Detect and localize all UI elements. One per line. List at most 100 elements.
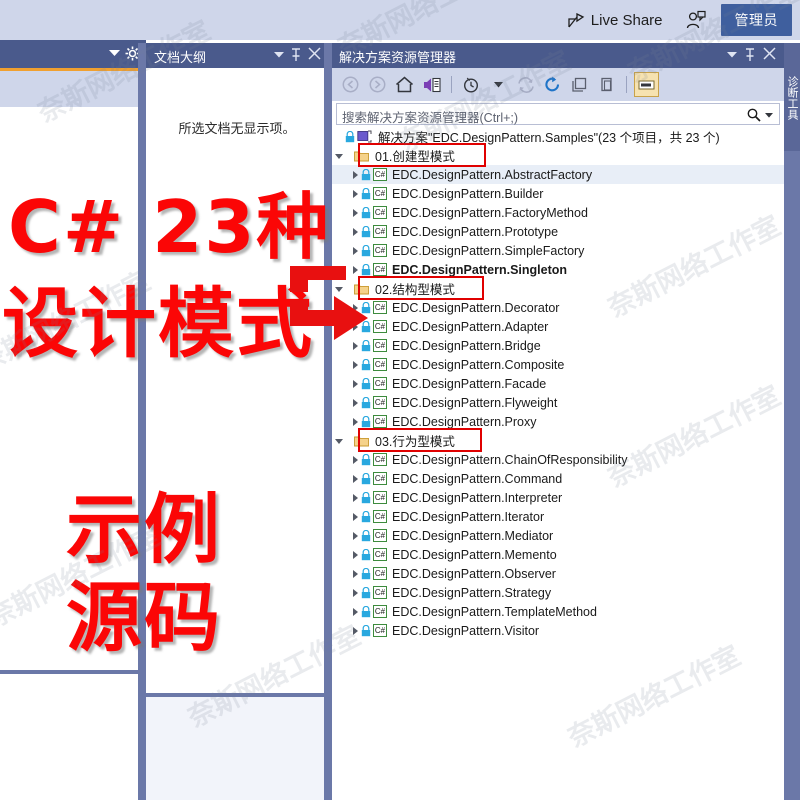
solution-folder-row[interactable]: 02.结构型模式 (332, 279, 784, 298)
expander-collapsed-icon[interactable] (353, 626, 358, 635)
chevron-down-icon[interactable] (109, 50, 120, 57)
project-row[interactable]: C# EDC.DesignPattern.Mediator (332, 526, 784, 545)
expander-open-icon[interactable] (335, 287, 343, 292)
close-icon[interactable] (763, 47, 776, 60)
expander-collapsed-icon[interactable] (353, 512, 358, 521)
expander-collapsed-icon[interactable] (353, 398, 358, 407)
project-row[interactable]: C# EDC.DesignPattern.AbstractFactory (332, 165, 784, 184)
expander-collapsed-icon[interactable] (353, 493, 358, 502)
project-label: EDC.DesignPattern.Mediator (392, 528, 554, 543)
lock-icon (361, 529, 371, 541)
lock-icon (361, 510, 371, 522)
expander-collapsed-icon[interactable] (353, 189, 358, 198)
expander-collapsed-icon[interactable] (353, 227, 358, 236)
home-icon[interactable] (392, 72, 417, 97)
expander-collapsed-icon[interactable] (353, 360, 358, 369)
project-label: EDC.DesignPattern.Composite (392, 357, 565, 372)
project-label: EDC.DesignPattern.Facade (392, 376, 547, 391)
chevron-down-icon[interactable] (765, 113, 773, 118)
project-row[interactable]: C# EDC.DesignPattern.Iterator (332, 507, 784, 526)
expander-collapsed-icon[interactable] (353, 417, 358, 426)
expander-collapsed-icon[interactable] (353, 474, 358, 483)
pin-icon[interactable] (744, 48, 756, 62)
refresh-disabled-icon[interactable] (513, 72, 538, 97)
toolbar-dropdown-arrow-icon[interactable] (486, 72, 511, 97)
live-share-button[interactable]: Live Share (558, 12, 673, 29)
collapse-all-icon[interactable] (567, 72, 592, 97)
expander-collapsed-icon[interactable] (353, 246, 358, 255)
expander-open-icon[interactable] (335, 154, 343, 159)
lock-icon (361, 586, 371, 598)
project-row[interactable]: C# EDC.DesignPattern.Facade (332, 374, 784, 393)
expander-collapsed-icon[interactable] (353, 341, 358, 350)
project-row[interactable]: C# EDC.DesignPattern.Command (332, 469, 784, 488)
project-row[interactable]: C# EDC.DesignPattern.Memento (332, 545, 784, 564)
sync-with-active-document-icon[interactable] (419, 72, 444, 97)
show-all-files-icon[interactable] (594, 72, 619, 97)
expander-collapsed-icon[interactable] (353, 265, 358, 274)
solution-folder-label: 02.结构型模式 (375, 283, 455, 297)
project-row[interactable]: C# EDC.DesignPattern.SimpleFactory (332, 241, 784, 260)
project-row[interactable]: C# EDC.DesignPattern.Visitor (332, 621, 784, 640)
csharp-project-icon: C# (373, 320, 387, 333)
refresh-icon[interactable] (540, 72, 565, 97)
expander-collapsed-icon[interactable] (353, 531, 358, 540)
project-row[interactable]: C# EDC.DesignPattern.Builder (332, 184, 784, 203)
chevron-down-icon[interactable] (727, 52, 737, 58)
expander-collapsed-icon[interactable] (353, 569, 358, 578)
chevron-down-icon[interactable] (274, 52, 284, 58)
project-row[interactable]: C# EDC.DesignPattern.Prototype (332, 222, 784, 241)
person-add-icon[interactable] (685, 10, 707, 30)
project-row[interactable]: C# EDC.DesignPattern.Proxy (332, 412, 784, 431)
search-icon[interactable] (747, 108, 761, 122)
expander-open-icon[interactable] (335, 439, 343, 444)
project-row[interactable]: C# EDC.DesignPattern.TemplateMethod (332, 602, 784, 621)
project-row[interactable]: C# EDC.DesignPattern.ChainOfResponsibilit… (332, 450, 784, 469)
forward-icon[interactable] (365, 72, 390, 97)
expander-collapsed-icon[interactable] (353, 455, 358, 464)
solution-folder-row[interactable]: 01.创建型模式 (332, 146, 784, 165)
document-outline-empty-message: 所选文档无显示项。 (178, 121, 296, 136)
close-icon[interactable] (308, 47, 321, 60)
project-row[interactable]: C# EDC.DesignPattern.Adapter (332, 317, 784, 336)
project-row[interactable]: C# EDC.DesignPattern.Interpreter (332, 488, 784, 507)
admin-account-button[interactable]: 管理员 (720, 4, 792, 36)
project-row[interactable]: C# EDC.DesignPattern.Decorator (332, 298, 784, 317)
search-input[interactable]: 搜索解决方案资源管理器(Ctrl+;) (336, 103, 780, 125)
solution-tree: 解决方案"EDC.DesignPattern.Samples"(23 个项目，共… (332, 127, 784, 800)
project-row[interactable]: C# EDC.DesignPattern.Observer (332, 564, 784, 583)
project-label: EDC.DesignPattern.Observer (392, 566, 556, 581)
project-row[interactable]: C# EDC.DesignPattern.Singleton (332, 260, 784, 279)
expander-collapsed-icon[interactable] (353, 588, 358, 597)
expander-collapsed-icon[interactable] (353, 170, 358, 179)
project-row[interactable]: C# EDC.DesignPattern.Bridge (332, 336, 784, 355)
project-row[interactable]: C# EDC.DesignPattern.Composite (332, 355, 784, 374)
pending-changes-filter-icon[interactable] (459, 72, 484, 97)
title-bar: Live Share 管理员 (0, 0, 800, 40)
csharp-project-icon: C# (373, 244, 387, 257)
left-panel-body (0, 107, 146, 670)
expander-collapsed-icon[interactable] (353, 607, 358, 616)
vertical-splitter-1[interactable] (138, 43, 146, 800)
expander-collapsed-icon[interactable] (353, 322, 358, 331)
expander-collapsed-icon[interactable] (353, 303, 358, 312)
lock-icon (361, 225, 371, 237)
project-row[interactable]: C# EDC.DesignPattern.Flyweight (332, 393, 784, 412)
solution-root-row[interactable]: 解决方案"EDC.DesignPattern.Samples"(23 个项目，共… (332, 127, 784, 146)
pin-icon[interactable] (290, 48, 302, 62)
project-row[interactable]: C# EDC.DesignPattern.FactoryMethod (332, 203, 784, 222)
document-outline-header: 文档大纲 (146, 43, 328, 68)
toolbar-separator (626, 76, 627, 93)
properties-icon[interactable] (634, 72, 659, 97)
expander-collapsed-icon[interactable] (353, 379, 358, 388)
search-placeholder-text: 搜索解决方案资源管理器(Ctrl+;) (342, 111, 519, 125)
back-icon[interactable] (338, 72, 363, 97)
expander-collapsed-icon[interactable] (353, 208, 358, 217)
project-row[interactable]: C# EDC.DesignPattern.Strategy (332, 583, 784, 602)
expander-collapsed-icon[interactable] (353, 550, 358, 559)
lock-icon (361, 206, 371, 218)
solution-folder-row[interactable]: 03.行为型模式 (332, 431, 784, 450)
solution-folder-label: 03.行为型模式 (375, 435, 455, 449)
lock-icon (361, 301, 371, 313)
vertical-splitter-2[interactable] (324, 43, 332, 800)
